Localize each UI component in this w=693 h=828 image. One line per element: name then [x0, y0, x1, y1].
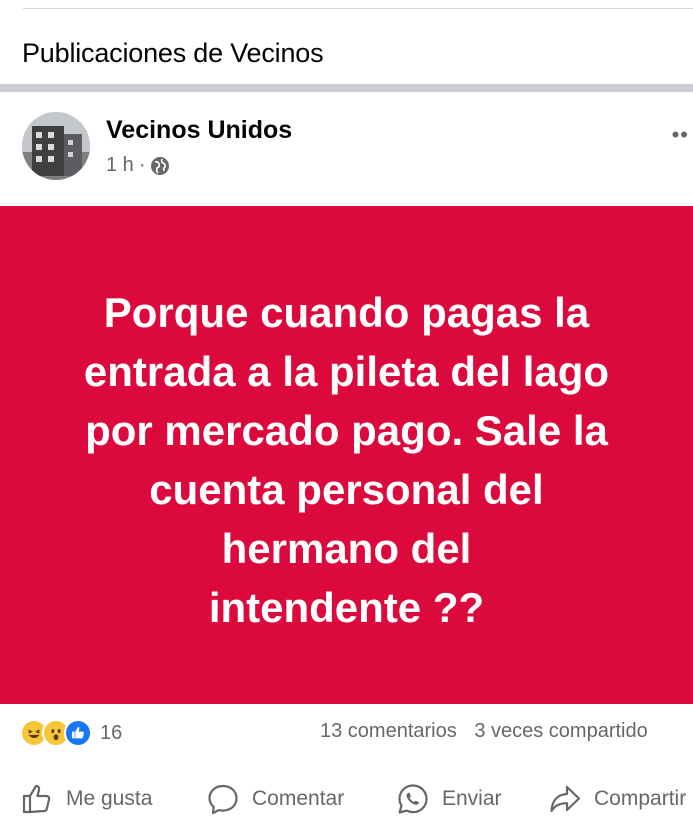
- post-text: Porque cuando pagas la entrada a la pile…: [83, 289, 610, 631]
- post-header: Vecinos Unidos 1 h · ••: [0, 92, 693, 206]
- section-divider: [0, 84, 693, 92]
- comment-button[interactable]: Comentar: [206, 774, 344, 824]
- post-actions: Me gusta Comentar Enviar Compartir: [0, 774, 693, 824]
- post-meta: 1 h ·: [106, 154, 170, 177]
- post-stats: 13 comentarios 3 veces compartido: [320, 720, 648, 743]
- share-button[interactable]: Compartir: [548, 774, 686, 824]
- avatar[interactable]: [22, 112, 90, 180]
- like-icon: [64, 719, 92, 747]
- shares-count[interactable]: 3 veces compartido: [474, 720, 647, 742]
- post-time[interactable]: 1 h: [106, 154, 134, 177]
- meta-separator: ·: [138, 154, 146, 176]
- section-title: Publicaciones de Vecinos: [22, 38, 324, 68]
- more-options-icon[interactable]: ••: [672, 122, 689, 148]
- reaction-count: 16: [100, 721, 123, 744]
- post-text-card: Porque cuando pagas la entrada a la pile…: [0, 206, 693, 704]
- like-button[interactable]: Me gusta: [20, 774, 152, 824]
- like-label: Me gusta: [66, 787, 153, 810]
- comments-count[interactable]: 13 comentarios: [320, 720, 457, 742]
- comment-label: Comentar: [252, 787, 345, 810]
- post-author[interactable]: Vecinos Unidos: [106, 116, 292, 145]
- send-button[interactable]: Enviar: [396, 774, 502, 824]
- send-label: Enviar: [442, 787, 502, 810]
- thumbs-up-icon: [22, 784, 51, 814]
- reactions-summary[interactable]: 16: [20, 716, 122, 750]
- whatsapp-icon: [398, 784, 428, 814]
- building-icon: [22, 112, 90, 180]
- top-divider: [23, 8, 693, 9]
- share-icon: [550, 785, 581, 813]
- globe-icon: [151, 156, 170, 175]
- share-label: Compartir: [594, 787, 687, 810]
- comment-icon: [208, 784, 238, 815]
